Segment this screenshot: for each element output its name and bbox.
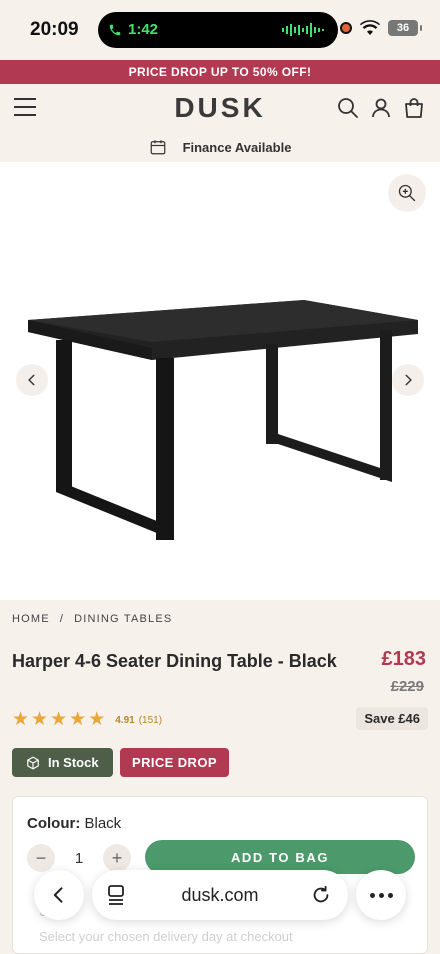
breadcrumb: HOME / DINING TABLES [12, 613, 172, 625]
product-title: Harper 4-6 Seater Dining Table - Black [12, 651, 337, 671]
box-icon [27, 756, 39, 769]
dynamic-island[interactable]: 1:42 [98, 12, 338, 48]
reload-icon[interactable] [310, 884, 332, 906]
finance-label: Finance Available [182, 139, 292, 155]
more-dot [369, 892, 375, 898]
colour-selector[interactable]: Colour: Black [27, 815, 121, 832]
site-header: DUSK [0, 84, 440, 132]
finance-bar[interactable]: Finance Available [0, 132, 440, 162]
star-icon: ★ [50, 709, 68, 730]
bag-icon[interactable] [402, 96, 426, 120]
account-icon[interactable] [369, 96, 393, 120]
in-stock-label: In Stock [48, 755, 99, 770]
rating-value: 4.91 [115, 714, 135, 726]
quantity-stepper: − 1 + [27, 843, 131, 873]
product-gallery[interactable] [0, 162, 440, 600]
quantity-value[interactable]: 1 [75, 850, 83, 867]
battery-icon: 36 [388, 20, 422, 36]
star-icon: ★ [12, 709, 30, 730]
breadcrumb-dining-tables[interactable]: DINING TABLES [74, 613, 172, 625]
zoom-in-icon [398, 184, 416, 202]
status-bar: 20:09 1:42 36 [0, 0, 440, 60]
more-dot [387, 892, 393, 898]
wifi-icon [360, 20, 380, 35]
call-timer: 1:42 [128, 21, 159, 38]
browser-url-bar[interactable]: dusk.com [92, 870, 348, 920]
chevron-left-icon [53, 887, 63, 903]
status-right: 36 [340, 20, 422, 36]
recording-dot-icon [340, 22, 352, 34]
add-to-bag-button[interactable]: ADD TO BAG [145, 840, 415, 874]
in-stock-badge: In Stock [12, 748, 113, 777]
save-badge: Save £46 [356, 707, 428, 730]
colour-label: Colour: [27, 815, 81, 832]
browser-back-button[interactable] [34, 870, 84, 920]
star-icon: ★ [31, 709, 49, 730]
more-dot [378, 892, 384, 898]
increase-quantity-button[interactable]: + [103, 844, 131, 872]
product-rating[interactable]: ★ ★ ★ ★ ★ 4.91 (151) [12, 710, 162, 730]
breadcrumb-separator: / [59, 613, 65, 625]
price-drop-badge: PRICE DROP [120, 748, 229, 777]
call-indicator: 1:42 [108, 21, 158, 38]
zoom-button[interactable] [388, 174, 426, 212]
rating-count: (151) [138, 714, 163, 726]
audio-wave-icon [282, 23, 324, 37]
status-time: 20:09 [30, 19, 79, 40]
product-price: £183 [381, 648, 427, 670]
colour-value: Black [84, 815, 122, 832]
breadcrumb-home[interactable]: HOME [12, 613, 50, 625]
calendar-icon [150, 140, 165, 155]
decrease-quantity-button[interactable]: − [27, 844, 55, 872]
phone-icon [109, 24, 121, 35]
product-old-price: £229 [390, 678, 424, 695]
star-icon: ★ [69, 709, 87, 730]
product-image [28, 300, 418, 540]
promo-banner[interactable]: PRICE DROP UP TO 50% OFF! [0, 60, 440, 84]
delivery-note: Select your chosen delivery day at check… [39, 929, 293, 944]
search-icon[interactable] [336, 96, 360, 120]
star-icon: ★ [88, 709, 106, 730]
browser-more-button[interactable] [356, 870, 406, 920]
